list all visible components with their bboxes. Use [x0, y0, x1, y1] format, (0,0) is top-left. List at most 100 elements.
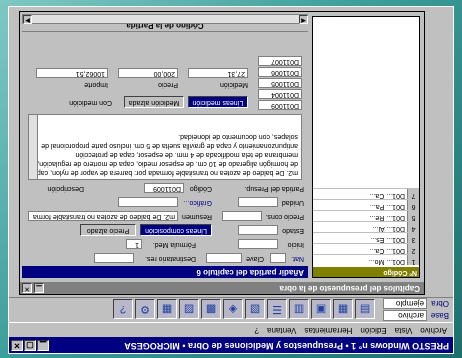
estado-label: Estado [282, 227, 304, 234]
description-textarea[interactable]: m2. De baldeo de azotea no transitable f… [28, 114, 302, 180]
doc-minimize-icon[interactable]: ▁ [34, 283, 44, 293]
estado-input[interactable] [238, 225, 278, 235]
code-list-item[interactable]: D011007 [258, 56, 302, 66]
descripcion-label: Descripción [47, 185, 84, 192]
row-code: D01... [386, 236, 405, 243]
measure-icon[interactable]: ◈ [223, 299, 243, 319]
nat-label: Nat. [291, 255, 304, 262]
base-input[interactable]: archivo [383, 310, 427, 321]
resumen-input[interactable]: m2. De baldeo de azotea no transitable f… [28, 211, 178, 221]
row-text: Mo... [368, 258, 385, 265]
importe-value: 10062,51 [36, 68, 108, 78]
config-icon[interactable]: ⚙ [135, 299, 155, 319]
menu-help[interactable]: ? [255, 325, 259, 335]
code-list-item[interactable]: D011005 [258, 78, 302, 88]
row-code: D01... [386, 247, 405, 254]
precio-alzado-button[interactable]: Precio alzado [80, 224, 136, 236]
row-text: Ca... [369, 192, 385, 199]
destinatario-input[interactable] [94, 253, 134, 263]
add-item-form: Añadir partida del capítulo 6 Nat. Clave… [22, 16, 308, 278]
obra-input[interactable]: ejemplo [383, 298, 427, 309]
desktop-background: PRESTO Windows n° 1 • Presupuestos y Med… [0, 0, 462, 358]
nat-input[interactable] [270, 253, 286, 263]
grafico-label[interactable]: Gráfico... [184, 199, 212, 206]
horizontal-scrollbar[interactable] [22, 14, 308, 24]
print-icon[interactable]: ▥ [289, 299, 309, 319]
app-title: PRESTO Windows n° 1 • Presupuestos y Med… [124, 341, 449, 351]
medicion-alzada-button[interactable]: Medición alzada [124, 96, 184, 108]
destinatario-label: Destinatario res. [145, 255, 196, 262]
chapters-icon[interactable]: ☰ [267, 299, 287, 319]
row-number: 2 [407, 244, 419, 254]
menu-ventana[interactable]: Ventana [267, 325, 296, 335]
scroll-left-icon[interactable]: ◀ [299, 15, 308, 24]
new-icon[interactable]: ▤ [355, 299, 375, 319]
medicion-label: Medición [219, 81, 248, 88]
minimize-icon[interactable]: ▁ [37, 340, 49, 351]
row-number: 1 [407, 255, 419, 265]
table-row[interactable]: 4D01... Al... [313, 221, 419, 232]
row-code: D01... [386, 258, 405, 265]
precio-cons-input[interactable] [222, 211, 262, 221]
row-number: 4 [407, 222, 419, 232]
row-text: Ca... [369, 247, 385, 254]
importe-label: Importe [84, 81, 108, 88]
row-code: D01... [386, 225, 405, 232]
open-icon[interactable]: ▦ [333, 299, 353, 319]
menu-herramientas[interactable]: Herramientas [304, 325, 352, 335]
window-controls: ▁ ▢ ✕ [11, 340, 49, 351]
lineas-composicion-button[interactable]: Líneas composición [140, 224, 212, 236]
code-list-item[interactable]: D011004 [258, 89, 302, 99]
report-icon[interactable]: ▨ [179, 299, 199, 319]
table-row[interactable]: 5D01... Re... [313, 210, 419, 221]
menu-bar: Archivo Vista Edición Herramientas Venta… [9, 323, 453, 337]
doc-close-icon[interactable]: ✕ [22, 283, 32, 293]
code-list-item[interactable]: D011006 [258, 67, 302, 77]
items-icon[interactable]: ▧ [245, 299, 265, 319]
con-medicion-label: Con medición [69, 99, 112, 106]
close-icon[interactable]: ✕ [11, 340, 23, 351]
save-icon[interactable]: ▣ [311, 299, 331, 319]
row-code: D01... [386, 192, 405, 199]
precio-label: Precio [158, 81, 178, 88]
inicio-label: Inicio [287, 241, 304, 248]
chapters-grid: Nº Código 1D01... Mo... 2D01... Ca... 3D… [312, 16, 420, 278]
clave-input[interactable] [206, 253, 242, 263]
table-row[interactable]: 1D01... Mo... [313, 254, 419, 265]
obra-label: Obra [431, 299, 449, 308]
grid-header: Nº Código [313, 267, 419, 277]
prices-icon[interactable]: ▩ [201, 299, 221, 319]
row-text: Es... [370, 236, 385, 243]
unidad-input[interactable] [238, 197, 278, 207]
medicion-value[interactable]: 27,31 [188, 68, 248, 78]
grafico-input[interactable] [118, 197, 178, 207]
codigo-label: Código [189, 185, 212, 192]
table-row[interactable]: 3D01... Es... [313, 232, 419, 243]
inicio-input[interactable] [238, 239, 278, 249]
scroll-right-icon[interactable]: ▶ [23, 15, 32, 24]
chapters-window-title-text: Capítulos del presupuesto de la obra [279, 284, 420, 293]
help-icon[interactable]: ? [113, 299, 133, 319]
toolbar: Base archivo Obra ejemplo ▤ ▦ ▣ ▥ ☰ ▧ ◈ … [9, 297, 453, 323]
unidad-label: Unidad [281, 199, 304, 206]
lineas-medicion-button[interactable]: Líneas medición [188, 96, 248, 108]
menu-edicion[interactable]: Edición [360, 325, 386, 335]
code-list-item[interactable]: D011009 [258, 100, 302, 110]
menu-archivo[interactable]: Archivo [420, 325, 447, 335]
description-scrollbar[interactable] [28, 114, 38, 180]
form-title: Añadir partida del capítulo 6 [22, 266, 308, 278]
table-row[interactable]: 6D01... Pa... [313, 199, 419, 210]
partida-label: Partida del Presup. [244, 185, 304, 192]
form-title-text: Añadir partida del capítulo 6 [196, 268, 304, 277]
codigo-input[interactable]: D011009 [144, 183, 184, 193]
chapters-window: Capítulos del presupuesto de la obra ▁ ✕… [19, 11, 425, 295]
table-row[interactable]: 7D01... Ca... [313, 188, 419, 199]
table-row[interactable]: 2D01... Ca... [313, 243, 419, 254]
precio-value[interactable]: 200,00 [118, 68, 178, 78]
rotated-screen: PRESTO Windows n° 1 • Presupuestos y Med… [0, 0, 462, 358]
calc-icon[interactable]: ▦ [157, 299, 177, 319]
formula-input[interactable]: 1 [126, 239, 142, 249]
base-label: Base [430, 311, 449, 320]
maximize-icon[interactable]: ▢ [24, 340, 36, 351]
menu-vista[interactable]: Vista [395, 325, 413, 335]
